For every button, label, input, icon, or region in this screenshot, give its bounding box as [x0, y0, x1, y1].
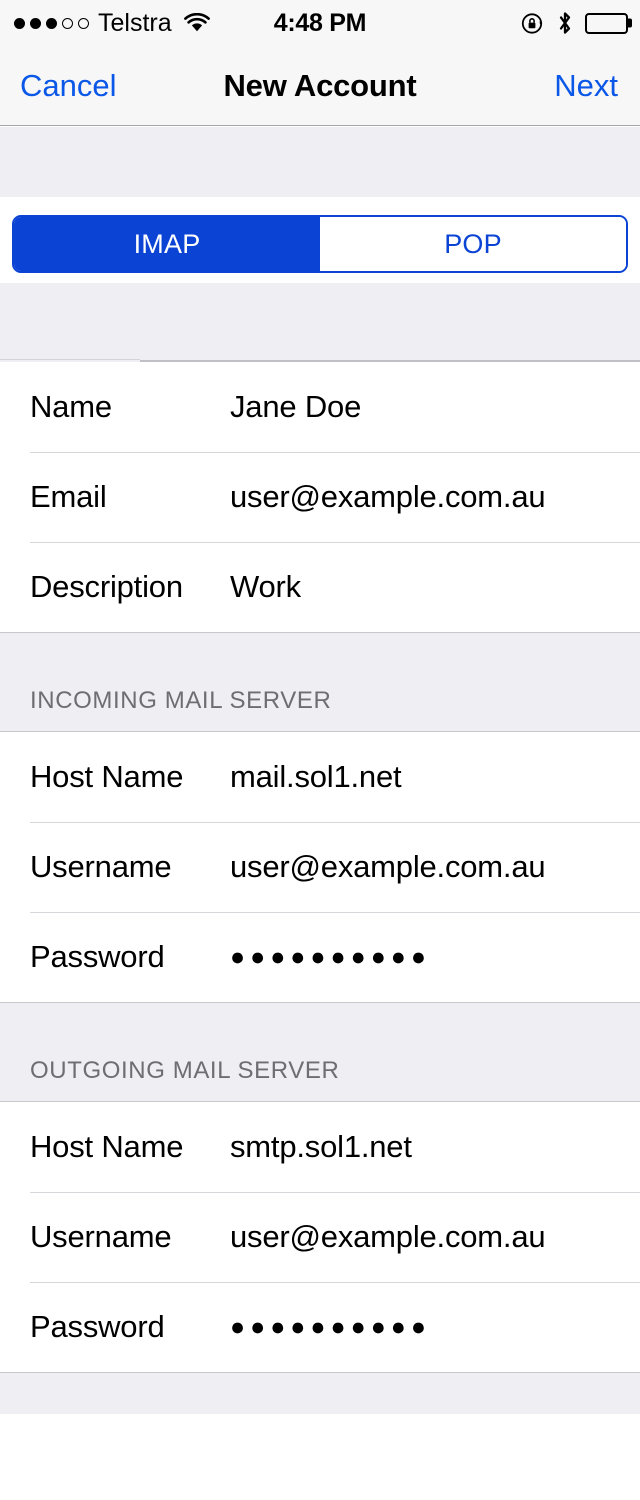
- outgoing-mail-server-section: Host Name smtp.sol1.net Username user@ex…: [0, 1102, 640, 1372]
- table-row[interactable]: Description Work: [0, 542, 640, 632]
- table-row[interactable]: Password ●●●●●●●●●●: [0, 1282, 640, 1372]
- form-scroll-area[interactable]: IMAP POP Name Jane Doe Email user@exampl…: [0, 127, 640, 1500]
- rotation-lock-icon: [520, 11, 545, 36]
- table-row[interactable]: Host Name smtp.sol1.net: [0, 1102, 640, 1192]
- incoming-mail-server-header: INCOMING MAIL SERVER: [0, 687, 640, 731]
- incoming-password-field[interactable]: ●●●●●●●●●●: [230, 943, 431, 972]
- account-info-section: Name Jane Doe Email user@example.com.au …: [0, 362, 640, 632]
- outgoing-section-spacer: [0, 1003, 640, 1059]
- segmented-control-container: IMAP POP: [0, 197, 640, 283]
- table-row[interactable]: Host Name mail.sol1.net: [0, 732, 640, 822]
- outgoing-mail-server-header: OUTGOING MAIL SERVER: [0, 1057, 640, 1101]
- bluetooth-icon: [557, 10, 573, 36]
- outgoing-password-field[interactable]: ●●●●●●●●●●: [230, 1313, 431, 1342]
- rule-inset-segment: [0, 359, 140, 360]
- name-field[interactable]: Jane Doe: [230, 389, 361, 425]
- account-type-segmented-control[interactable]: IMAP POP: [12, 215, 628, 273]
- clock-label: 4:48 PM: [273, 8, 367, 37]
- battery-full-icon: [585, 12, 628, 34]
- row-label-username: Username: [30, 849, 172, 884]
- row-label-email: Email: [30, 479, 107, 514]
- table-row[interactable]: Name Jane Doe: [0, 362, 640, 452]
- email-field[interactable]: user@example.com.au: [230, 479, 546, 515]
- segment-pop[interactable]: POP: [320, 217, 626, 271]
- next-button[interactable]: Next: [554, 70, 618, 101]
- row-label-description: Description: [30, 569, 183, 604]
- top-group-spacer: [0, 127, 640, 197]
- status-bar: Telstra 4:48 PM: [0, 0, 640, 46]
- table-row[interactable]: Email user@example.com.au: [0, 452, 640, 542]
- incoming-mail-server-section: Host Name mail.sol1.net Username user@ex…: [0, 732, 640, 1002]
- section-spacer-above-account: [0, 283, 640, 359]
- row-label-username: Username: [30, 1219, 172, 1254]
- row-label-host-name: Host Name: [30, 1129, 184, 1164]
- row-label-host-name: Host Name: [30, 759, 184, 794]
- table-row[interactable]: Username user@example.com.au: [0, 1192, 640, 1282]
- incoming-host-name-field[interactable]: mail.sol1.net: [230, 759, 402, 795]
- incoming-username-field[interactable]: user@example.com.au: [230, 849, 546, 885]
- row-label-password: Password: [30, 939, 165, 974]
- segment-imap[interactable]: IMAP: [14, 217, 320, 271]
- bottom-filler: [0, 1414, 640, 1477]
- row-label-name: Name: [30, 389, 112, 424]
- description-field[interactable]: Work: [230, 569, 301, 605]
- outgoing-username-field[interactable]: user@example.com.au: [230, 1219, 546, 1255]
- bottom-group-spacer: [0, 1373, 640, 1414]
- navigation-bar: Cancel New Account Next: [0, 46, 640, 126]
- iphone-screen: Telstra 4:48 PM Cancel New Account Next …: [0, 0, 640, 1500]
- outgoing-host-name-field[interactable]: smtp.sol1.net: [230, 1129, 412, 1165]
- cancel-button[interactable]: Cancel: [20, 70, 117, 101]
- row-label-password: Password: [30, 1309, 165, 1344]
- status-bar-right: [520, 0, 628, 46]
- table-row[interactable]: Password ●●●●●●●●●●: [0, 912, 640, 1002]
- table-row[interactable]: Username user@example.com.au: [0, 822, 640, 912]
- incoming-section-spacer: [0, 633, 640, 689]
